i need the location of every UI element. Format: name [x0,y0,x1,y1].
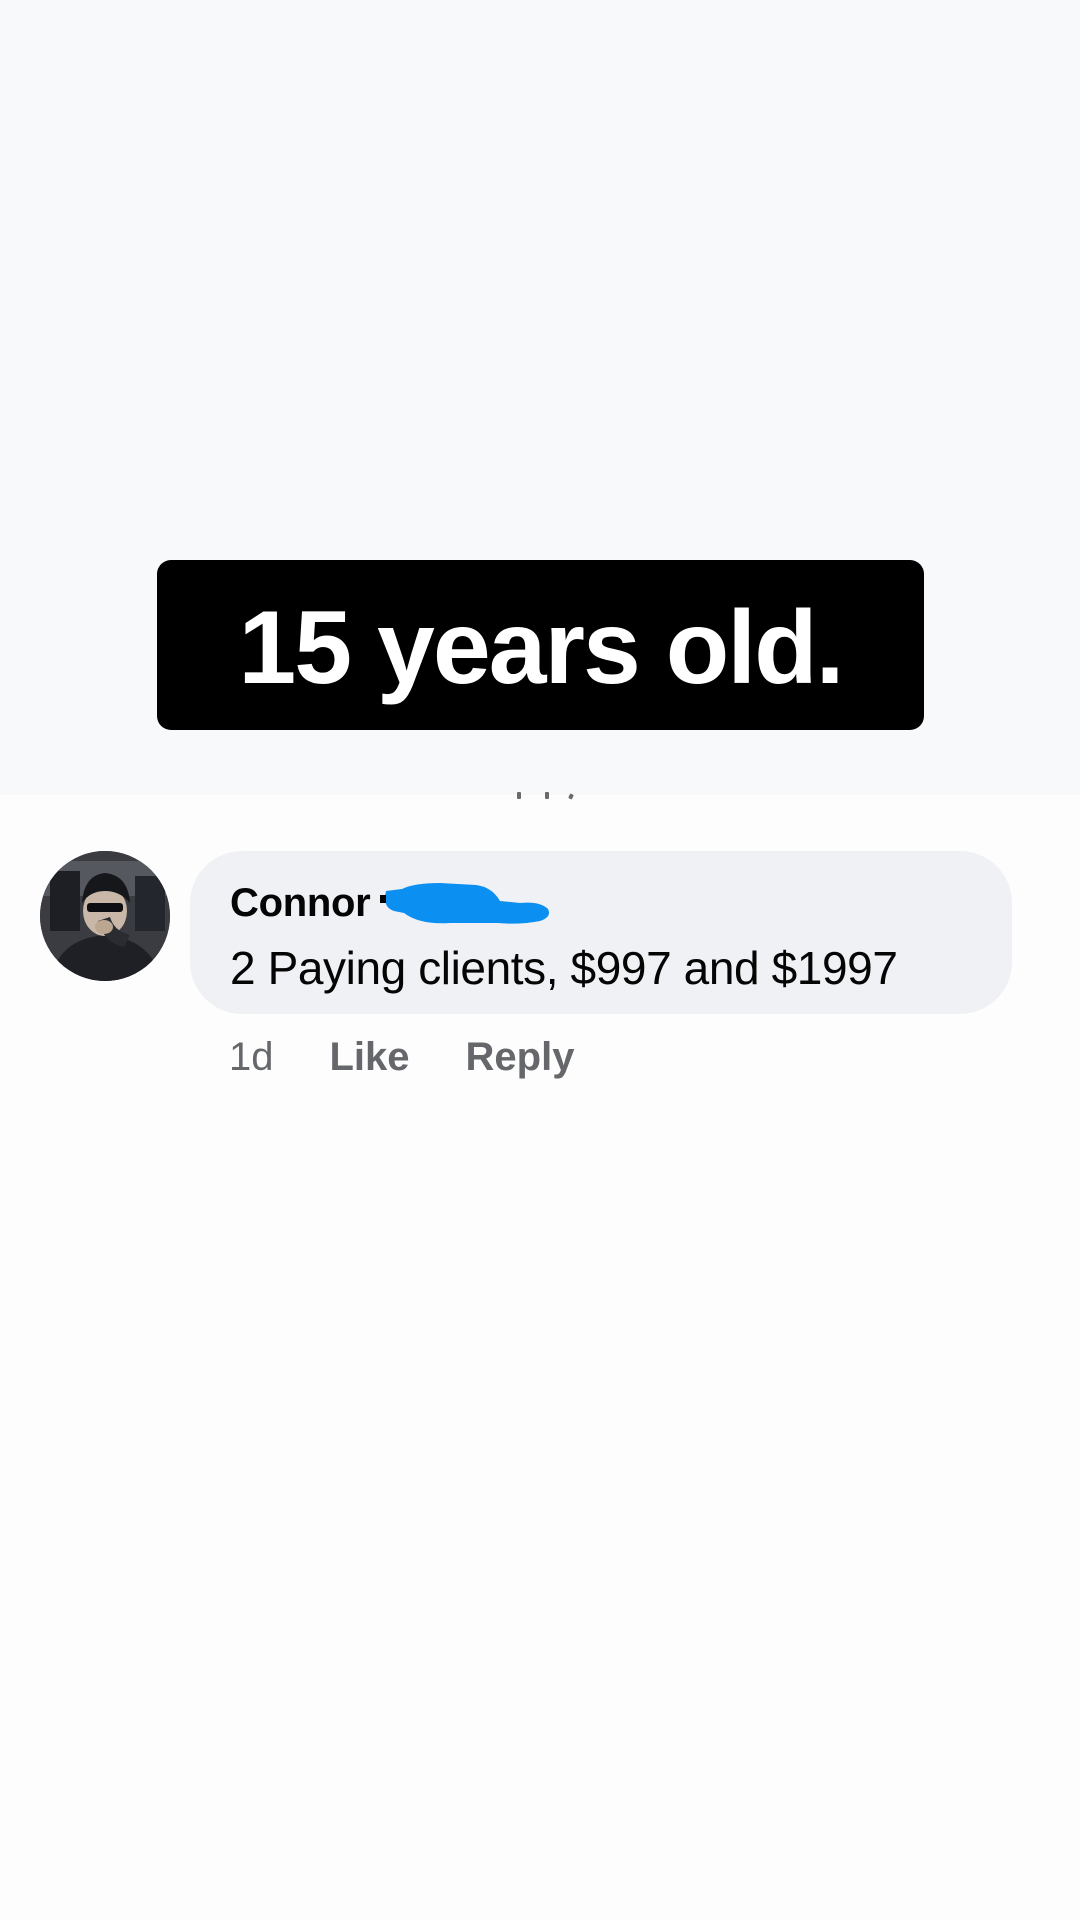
like-button[interactable]: Like [330,1035,410,1080]
reply-button[interactable]: Reply [466,1035,575,1080]
comment-author-name[interactable]: Connor [230,881,371,926]
screenshot-page: 15 years old. Connor 2 Paying clients, $… [0,0,1080,1920]
avatar[interactable] [40,851,170,981]
comment-timestamp[interactable]: 1d [229,1035,274,1080]
comment-author-row: Connor [230,877,1012,929]
caption-text: 15 years old. [238,590,844,706]
redaction-scribble [380,877,552,929]
cropped-text-fragment [515,788,575,802]
comment-text: 2 Paying clients, $997 and $1997 [230,942,898,994]
caption-overlay: 15 years old. [157,560,924,730]
profile-photo-icon [40,851,170,981]
comment-bubble: Connor 2 Paying clients, $997 and $1997 [190,851,1012,1014]
comment-item: Connor 2 Paying clients, $997 and $1997 … [0,850,1080,1090]
comment-actions: 1d Like Reply [229,1032,630,1082]
